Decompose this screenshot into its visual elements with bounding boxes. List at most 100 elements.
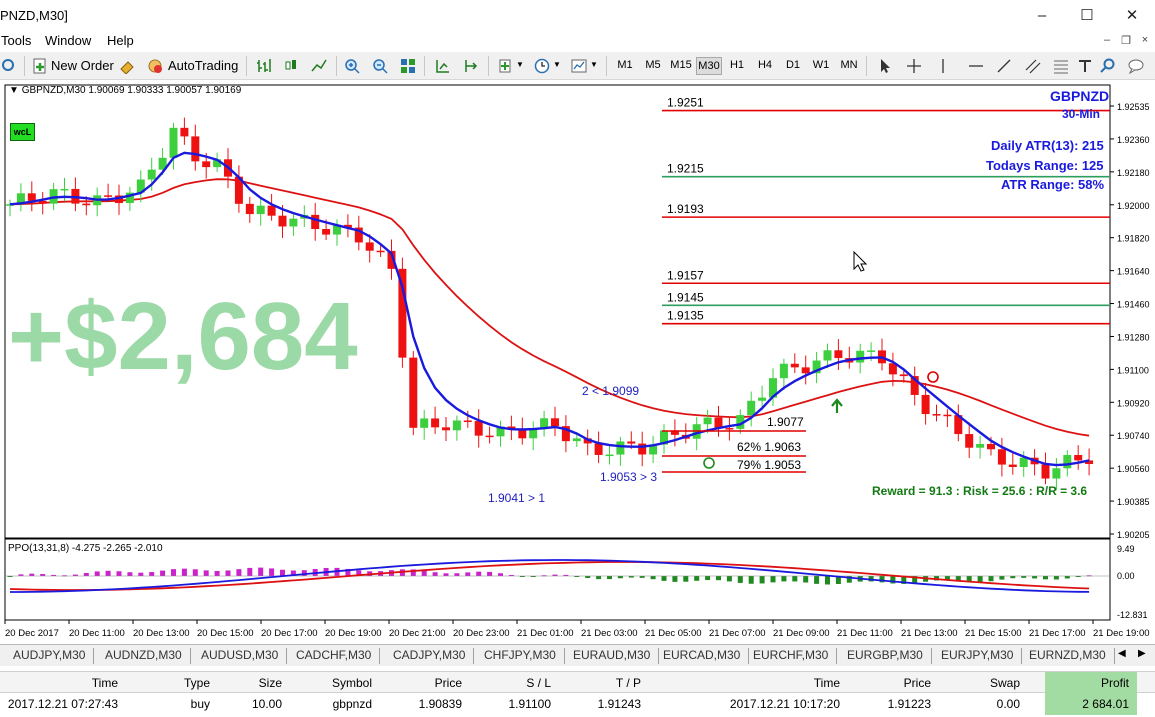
mdi-minimize-icon[interactable]: – bbox=[1099, 34, 1115, 48]
tab-scroll-right-icon[interactable]: ▶ bbox=[1138, 648, 1146, 659]
chart-canvas[interactable]: +$2,684 1.9251 1.9215 1.9193 1.9157 1.9145 1.… bbox=[0, 81, 1155, 644]
column-header[interactable]: Profit bbox=[1101, 676, 1129, 690]
tile-windows-icon[interactable] bbox=[399, 58, 417, 74]
tab-audjpy-m30[interactable]: AUDJPY,M30 bbox=[5, 648, 95, 664]
ppo-histogram-bar bbox=[825, 576, 830, 585]
tab-cadchf-m30[interactable]: CADCHF,M30 bbox=[288, 648, 381, 664]
maximize-icon[interactable]: ☐ bbox=[1064, 0, 1110, 31]
ppo-histogram-bar bbox=[661, 576, 667, 581]
tab-euraud-m30[interactable]: EURAUD,M30 bbox=[565, 648, 660, 664]
time-axis-label: 20 Dec 23:00 bbox=[453, 628, 510, 639]
column-header[interactable]: Size bbox=[259, 676, 282, 690]
new-order-icon[interactable] bbox=[31, 58, 49, 74]
column-header[interactable]: Type bbox=[184, 676, 210, 690]
column-header[interactable]: Time bbox=[814, 676, 840, 690]
time-axis-label: 20 Dec 19:00 bbox=[325, 628, 382, 639]
close-icon[interactable]: ✕ bbox=[1109, 0, 1155, 31]
price-axis-label: 1.90920 bbox=[1117, 398, 1150, 408]
column-header[interactable]: T / P bbox=[616, 676, 641, 690]
tab-eurgbp-m30[interactable]: EURGBP,M30 bbox=[839, 648, 932, 664]
auto-scroll-icon[interactable] bbox=[434, 58, 452, 74]
bar-chart-icon[interactable] bbox=[255, 58, 273, 74]
tab-audnzd-m30[interactable]: AUDNZD,M30 bbox=[97, 648, 191, 664]
search-icon[interactable] bbox=[0, 58, 18, 74]
autotrading-button[interactable]: AutoTrading bbox=[168, 58, 238, 73]
mdi-close-icon[interactable]: × bbox=[1137, 34, 1153, 48]
tf-m1-button[interactable]: M1 bbox=[612, 59, 638, 71]
indicators-icon[interactable] bbox=[497, 58, 515, 74]
equidistant-channel-icon[interactable] bbox=[1024, 58, 1042, 74]
fibonacci-icon[interactable] bbox=[1052, 58, 1070, 74]
tf-d1-button[interactable]: D1 bbox=[780, 59, 806, 71]
minimize-icon[interactable]: – bbox=[1019, 0, 1065, 31]
tf-mn-button[interactable]: MN bbox=[836, 59, 862, 71]
time-axis-label: 21 Dec 09:00 bbox=[773, 628, 830, 639]
candle-body bbox=[856, 350, 865, 363]
candle-body bbox=[605, 454, 614, 457]
candle-body bbox=[823, 350, 832, 361]
zoom-in-icon[interactable] bbox=[343, 58, 361, 74]
time-axis-label: 21 Dec 15:00 bbox=[965, 628, 1022, 639]
tf-m5-button[interactable]: M5 bbox=[640, 59, 666, 71]
chat-icon[interactable] bbox=[1127, 58, 1145, 74]
tab-chfjpy-m30[interactable]: CHFJPY,M30 bbox=[476, 648, 565, 664]
vertical-line-icon[interactable] bbox=[934, 58, 952, 74]
tab-eurcad-m30[interactable]: EURCAD,M30 bbox=[655, 648, 750, 664]
zoom-out-icon[interactable] bbox=[371, 58, 389, 74]
chevron-down-icon[interactable]: ▼ bbox=[553, 60, 561, 69]
candle-body bbox=[1063, 455, 1072, 469]
candle-body bbox=[997, 449, 1006, 465]
tab-eurjpy-m30[interactable]: EURJPY,M30 bbox=[933, 648, 1023, 664]
ppo-histogram-bar bbox=[683, 576, 689, 582]
ppo-histogram-bar bbox=[105, 570, 111, 576]
tab-cadjpy-m30[interactable]: CADJPY,M30 bbox=[385, 648, 475, 664]
candle-body bbox=[104, 195, 113, 197]
text-tool-icon[interactable] bbox=[1076, 58, 1094, 74]
menu-window[interactable]: Window bbox=[45, 33, 91, 48]
tf-h1-button[interactable]: H1 bbox=[724, 59, 750, 71]
candlestick-icon[interactable] bbox=[282, 58, 300, 74]
time-axis-label: 21 Dec 07:00 bbox=[709, 628, 766, 639]
column-header[interactable]: Time bbox=[92, 676, 118, 690]
trendline-icon[interactable] bbox=[995, 58, 1013, 74]
column-header[interactable]: Symbol bbox=[332, 676, 372, 690]
column-header[interactable]: Price bbox=[904, 676, 931, 690]
crosshair-icon[interactable] bbox=[905, 58, 923, 74]
column-header[interactable]: Swap bbox=[990, 676, 1020, 690]
tf-w1-button[interactable]: W1 bbox=[808, 59, 834, 71]
candle-body bbox=[965, 434, 974, 448]
ppo-histogram-bar bbox=[127, 572, 133, 576]
candle-body bbox=[1041, 464, 1050, 479]
table-cell: 2017.12.21 07:27:43 bbox=[7, 697, 118, 711]
chart-shift-icon[interactable] bbox=[462, 58, 480, 74]
tab-scroll-left-icon[interactable]: ◀ bbox=[1118, 648, 1126, 659]
trade-row[interactable]: 2017.12.21 07:27:43 buy 10.00 gbpnzd 1.90839… bbox=[0, 693, 1155, 715]
ppo-histogram-bar bbox=[138, 572, 144, 576]
tf-h4-button[interactable]: H4 bbox=[752, 59, 778, 71]
menu-tools[interactable]: Tools bbox=[1, 33, 31, 48]
search-icon[interactable] bbox=[1099, 58, 1117, 74]
column-header[interactable]: S / L bbox=[526, 676, 551, 690]
column-header[interactable]: Price bbox=[435, 676, 462, 690]
menu-help[interactable]: Help bbox=[107, 33, 134, 48]
tab-audusd-m30[interactable]: AUDUSD,M30 bbox=[193, 648, 288, 664]
chart-window[interactable]: +$2,684 1.9251 1.9215 1.9193 1.9157 1.9145 1.… bbox=[0, 81, 1155, 644]
line-chart-icon[interactable] bbox=[310, 58, 328, 74]
periods-clock-icon[interactable] bbox=[533, 58, 551, 74]
candle-body bbox=[365, 242, 374, 251]
tab-eurchf-m30[interactable]: EURCHF,M30 bbox=[745, 648, 838, 664]
mdi-restore-icon[interactable]: ❐ bbox=[1118, 34, 1134, 48]
horizontal-line-icon[interactable] bbox=[967, 58, 985, 74]
candle-body bbox=[245, 203, 254, 215]
tab-eurnzd-m30[interactable]: EURNZD,M30 bbox=[1021, 648, 1115, 664]
templates-icon[interactable] bbox=[570, 58, 588, 74]
chevron-down-icon[interactable]: ▼ bbox=[516, 60, 524, 69]
new-order-button[interactable]: New Order bbox=[51, 58, 114, 73]
table-cell: 2 684.01 bbox=[1082, 697, 1129, 711]
autotrading-icon[interactable] bbox=[146, 58, 164, 74]
eraser-icon[interactable] bbox=[118, 58, 136, 74]
tf-m15-button[interactable]: M15 bbox=[668, 59, 694, 71]
cursor-icon[interactable] bbox=[876, 58, 894, 74]
chevron-down-icon[interactable]: ▼ bbox=[590, 60, 598, 69]
tf-m30-button[interactable]: M30 bbox=[696, 57, 722, 75]
